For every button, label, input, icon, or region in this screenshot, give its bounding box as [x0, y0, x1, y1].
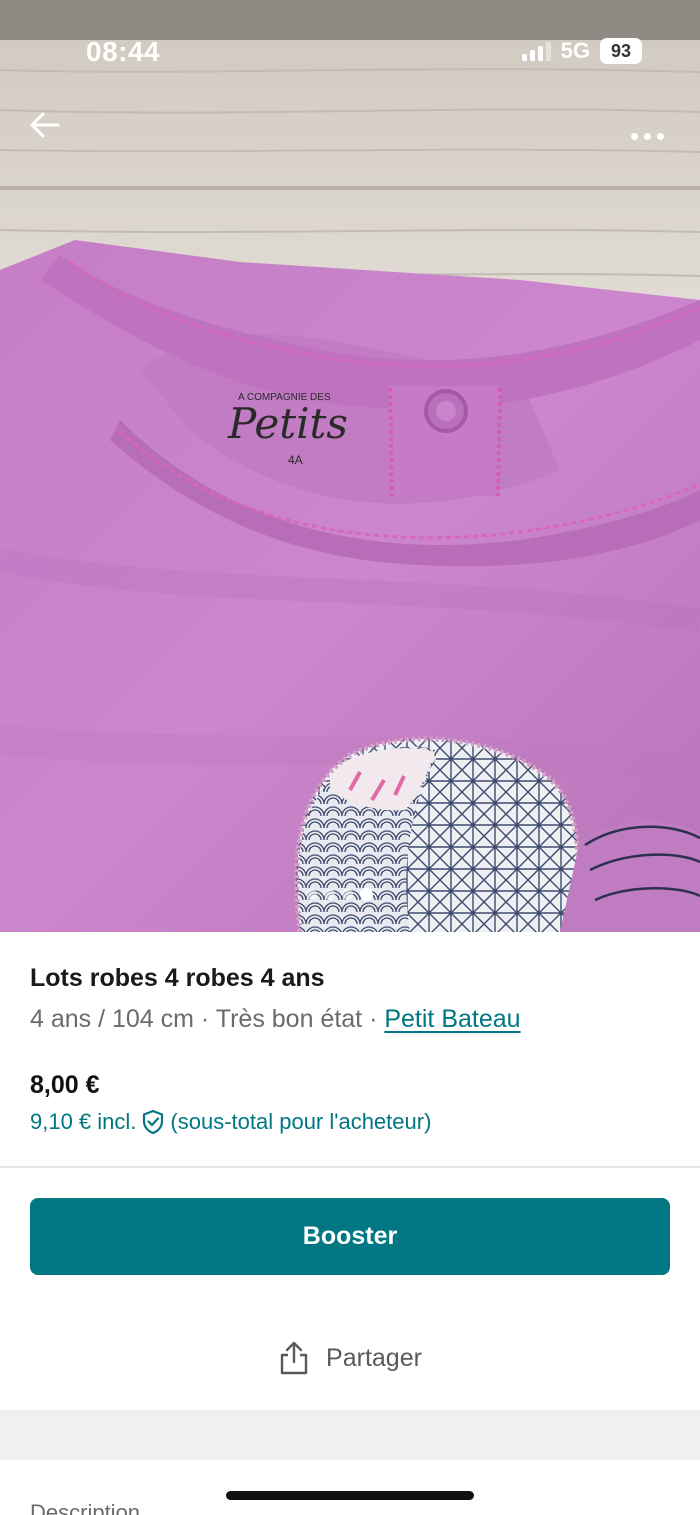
buyer-price[interactable]: 9,10 € incl. (sous-total pour l'acheteur…: [30, 1109, 431, 1135]
network-type: 5G: [560, 38, 590, 63]
svg-text:4A: 4A: [288, 453, 303, 467]
shield-check-icon: [140, 1109, 166, 1135]
home-indicator[interactable]: [226, 1491, 474, 1500]
listing-price: 8,00 €: [30, 1071, 100, 1099]
back-button[interactable]: [30, 112, 74, 156]
pagination-dot[interactable]: [306, 889, 317, 900]
status-time: 08:44: [86, 36, 161, 67]
listing-meta: 4 ans / 104 cm · Très bon état · Petit B…: [30, 1005, 670, 1034]
description-heading: Description: [30, 1500, 141, 1515]
more-dots-icon: [630, 132, 638, 140]
battery-level: 93: [600, 38, 642, 64]
share-button[interactable]: Partager: [0, 1320, 700, 1396]
listing-info: Lots robes 4 robes 4 ans 4 ans / 104 cm …: [30, 964, 670, 1034]
buyer-price-amount: 9,10 € incl.: [30, 1109, 137, 1134]
back-arrow-icon: [30, 112, 60, 138]
share-icon: [278, 1340, 310, 1376]
pagination-dot[interactable]: [342, 889, 353, 900]
section-separator: [0, 1410, 700, 1460]
booster-button[interactable]: Booster: [30, 1198, 670, 1275]
listing-meta-details: 4 ans / 104 cm · Très bon état ·: [30, 1005, 385, 1033]
buyer-price-note: (sous-total pour l'acheteur): [170, 1109, 432, 1134]
photo-pagination[interactable]: [306, 888, 373, 901]
status-indicators: 5G 93: [521, 38, 642, 64]
listing-title: Lots robes 4 robes 4 ans: [30, 964, 325, 992]
pagination-dot[interactable]: [324, 889, 335, 900]
brand-link[interactable]: Petit Bateau: [384, 1005, 520, 1033]
share-label: Partager: [326, 1343, 422, 1372]
product-photo-image: A COMPAGNIE DES Petits 4A: [0, 0, 700, 932]
svg-text:Petits: Petits: [227, 399, 348, 448]
more-options-button[interactable]: [622, 118, 672, 154]
pagination-dot-active[interactable]: [360, 888, 373, 901]
divider: [0, 1166, 700, 1168]
signal-icon: [521, 41, 551, 61]
product-photo[interactable]: A COMPAGNIE DES Petits 4A 08:44 5G 93: [0, 0, 700, 932]
